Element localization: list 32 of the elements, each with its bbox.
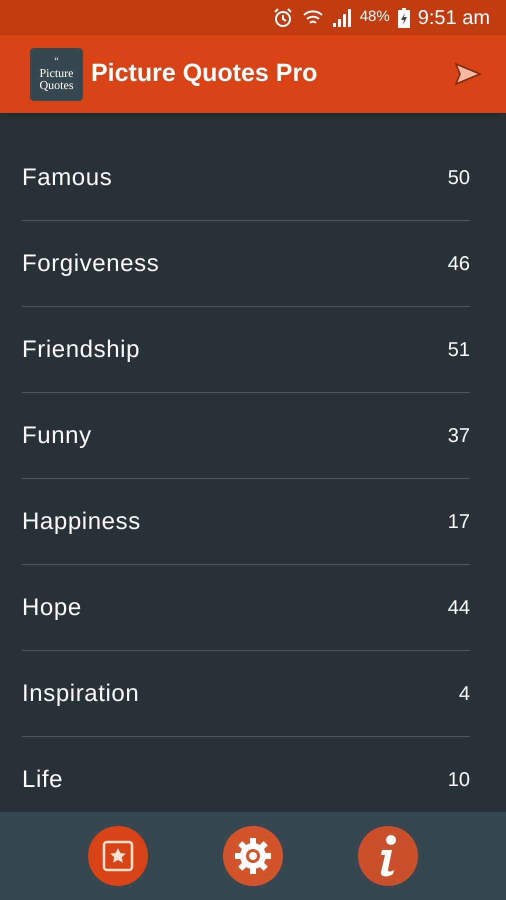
category-count: 44 — [448, 596, 470, 620]
app-title: Picture Quotes Pro — [91, 58, 318, 90]
category-name: Friendship — [22, 334, 140, 364]
category-row[interactable]: Happiness 17 — [22, 479, 470, 565]
category-row[interactable]: Inspiration 4 — [22, 651, 470, 737]
category-row[interactable]: Funny 37 — [22, 393, 470, 479]
category-name: Inspiration — [22, 678, 140, 708]
app-logo: “ Picture Quotes — [30, 48, 83, 100]
category-name: Happiness — [22, 506, 141, 536]
category-name: Life — [22, 764, 64, 794]
category-count: 4 — [458, 682, 470, 706]
category-count: 10 — [448, 768, 470, 792]
battery-percent: 48% — [360, 7, 390, 28]
send-icon[interactable] — [454, 62, 482, 86]
category-count: 46 — [448, 252, 470, 276]
category-count: 17 — [448, 510, 470, 534]
battery-icon — [398, 8, 410, 28]
category-name: Funny — [22, 420, 92, 450]
category-row[interactable]: Famous 50 — [22, 135, 470, 221]
settings-icon — [234, 837, 272, 875]
category-count: 51 — [448, 338, 470, 362]
category-count: 37 — [448, 424, 470, 448]
category-name: Forgiveness — [22, 248, 160, 278]
clock-time: 9:51 am — [418, 6, 490, 30]
category-name: Hope — [22, 592, 82, 622]
category-count: 50 — [448, 166, 470, 190]
category-row[interactable]: Friendship 51 — [22, 307, 470, 393]
signal-icon — [332, 8, 352, 28]
category-row[interactable]: Forgiveness 46 — [22, 221, 470, 307]
alarm-icon — [272, 6, 294, 28]
category-name: Famous — [22, 162, 112, 192]
category-row[interactable]: Hope 44 — [22, 565, 470, 651]
